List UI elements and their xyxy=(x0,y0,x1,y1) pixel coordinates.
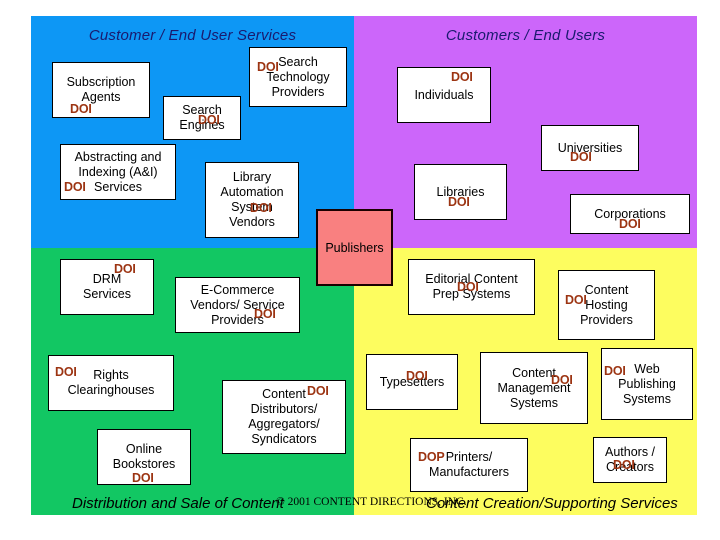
node-typesetters-label: Typesetters xyxy=(379,374,445,389)
node-library-automation[interactable]: Library Automation System Vendors xyxy=(205,162,299,238)
node-search-technology-label: Search Technology Providers xyxy=(266,54,330,99)
node-web-publishing[interactable]: Web Publishing Systems xyxy=(601,348,693,420)
quadrant-label-distribution-sale-content: Distribution and Sale of Content xyxy=(72,495,284,512)
node-subscription-agents-label: Subscription Agents xyxy=(66,75,136,104)
node-corporations-label: Corporations xyxy=(594,206,666,221)
node-authors-creators-label: Authors / Creators xyxy=(604,445,656,474)
copyright-notice: © 2001 CONTENT DIRECTIONS, INC. xyxy=(276,496,467,508)
node-printers-manufacturers[interactable]: Printers/Manufacturers xyxy=(410,438,528,492)
node-typesetters[interactable]: Typesetters xyxy=(366,354,458,410)
node-editorial-content-prep[interactable]: Editorial Content Prep Systems xyxy=(408,259,535,315)
node-editorial-content-prep-label: Editorial Content Prep Systems xyxy=(425,272,518,301)
node-drm-services[interactable]: DRM Services xyxy=(60,259,154,315)
node-search-technology[interactable]: Search Technology Providers xyxy=(249,47,347,107)
node-universities[interactable]: Universities xyxy=(541,125,639,171)
node-library-automation-label: Library Automation System Vendors xyxy=(220,170,284,229)
node-web-publishing-label: Web Publishing Systems xyxy=(618,361,676,406)
quadrant-title-customers-end-users: Customers / End Users xyxy=(445,27,606,44)
node-publishers[interactable]: Publishers xyxy=(316,209,393,286)
node-printers-manufacturers-label: Printers/Manufacturers xyxy=(429,450,509,479)
node-content-distributors-label: Content Distributors/Aggregators/Syndicat… xyxy=(248,387,320,446)
node-content-management-label: Content Management Systems xyxy=(497,365,571,410)
node-abstracting-indexing[interactable]: Abstracting and Indexing (A&I) Services xyxy=(60,144,176,200)
node-individuals[interactable]: Individuals xyxy=(397,67,491,123)
node-publishers-label: Publishers xyxy=(325,240,384,255)
node-rights-clearing[interactable]: Rights Clearinghouses xyxy=(48,355,174,411)
node-universities-label: Universities xyxy=(557,140,623,155)
node-drm-services-label: DRM Services xyxy=(83,272,131,301)
quadrant-title-customer-end-user-services: Customer / End User Services xyxy=(88,27,297,44)
node-individuals-label: Individuals xyxy=(414,87,474,102)
node-search-engines[interactable]: Search Engines xyxy=(163,96,241,140)
node-ecommerce-vendors[interactable]: E-Commerce Vendors/ Service Providers xyxy=(175,277,300,333)
node-content-distributors[interactable]: Content Distributors/Aggregators/Syndicat… xyxy=(222,380,346,454)
node-abstracting-indexing-label: Abstracting and Indexing (A&I) Services xyxy=(74,149,162,194)
node-online-bookstores[interactable]: Online Bookstores xyxy=(97,429,191,485)
node-content-management[interactable]: Content Management Systems xyxy=(480,352,588,424)
node-subscription-agents[interactable]: Subscription Agents xyxy=(52,62,150,118)
node-corporations[interactable]: Corporations xyxy=(570,194,690,234)
node-ecommerce-vendors-label: E-Commerce Vendors/ Service Providers xyxy=(190,282,285,327)
node-libraries-label: Libraries xyxy=(436,184,485,199)
node-rights-clearing-label: Rights Clearinghouses xyxy=(67,368,155,397)
node-content-hosting[interactable]: Content Hosting Providers xyxy=(558,270,655,340)
diagram-canvas: Customer / End User Services Customers /… xyxy=(0,0,720,540)
node-search-engines-label: Search Engines xyxy=(179,103,225,132)
node-content-hosting-label: Content Hosting Providers xyxy=(580,282,633,327)
node-libraries[interactable]: Libraries xyxy=(414,164,507,220)
node-authors-creators[interactable]: Authors / Creators xyxy=(593,437,667,483)
node-online-bookstores-label: Online Bookstores xyxy=(112,442,176,471)
